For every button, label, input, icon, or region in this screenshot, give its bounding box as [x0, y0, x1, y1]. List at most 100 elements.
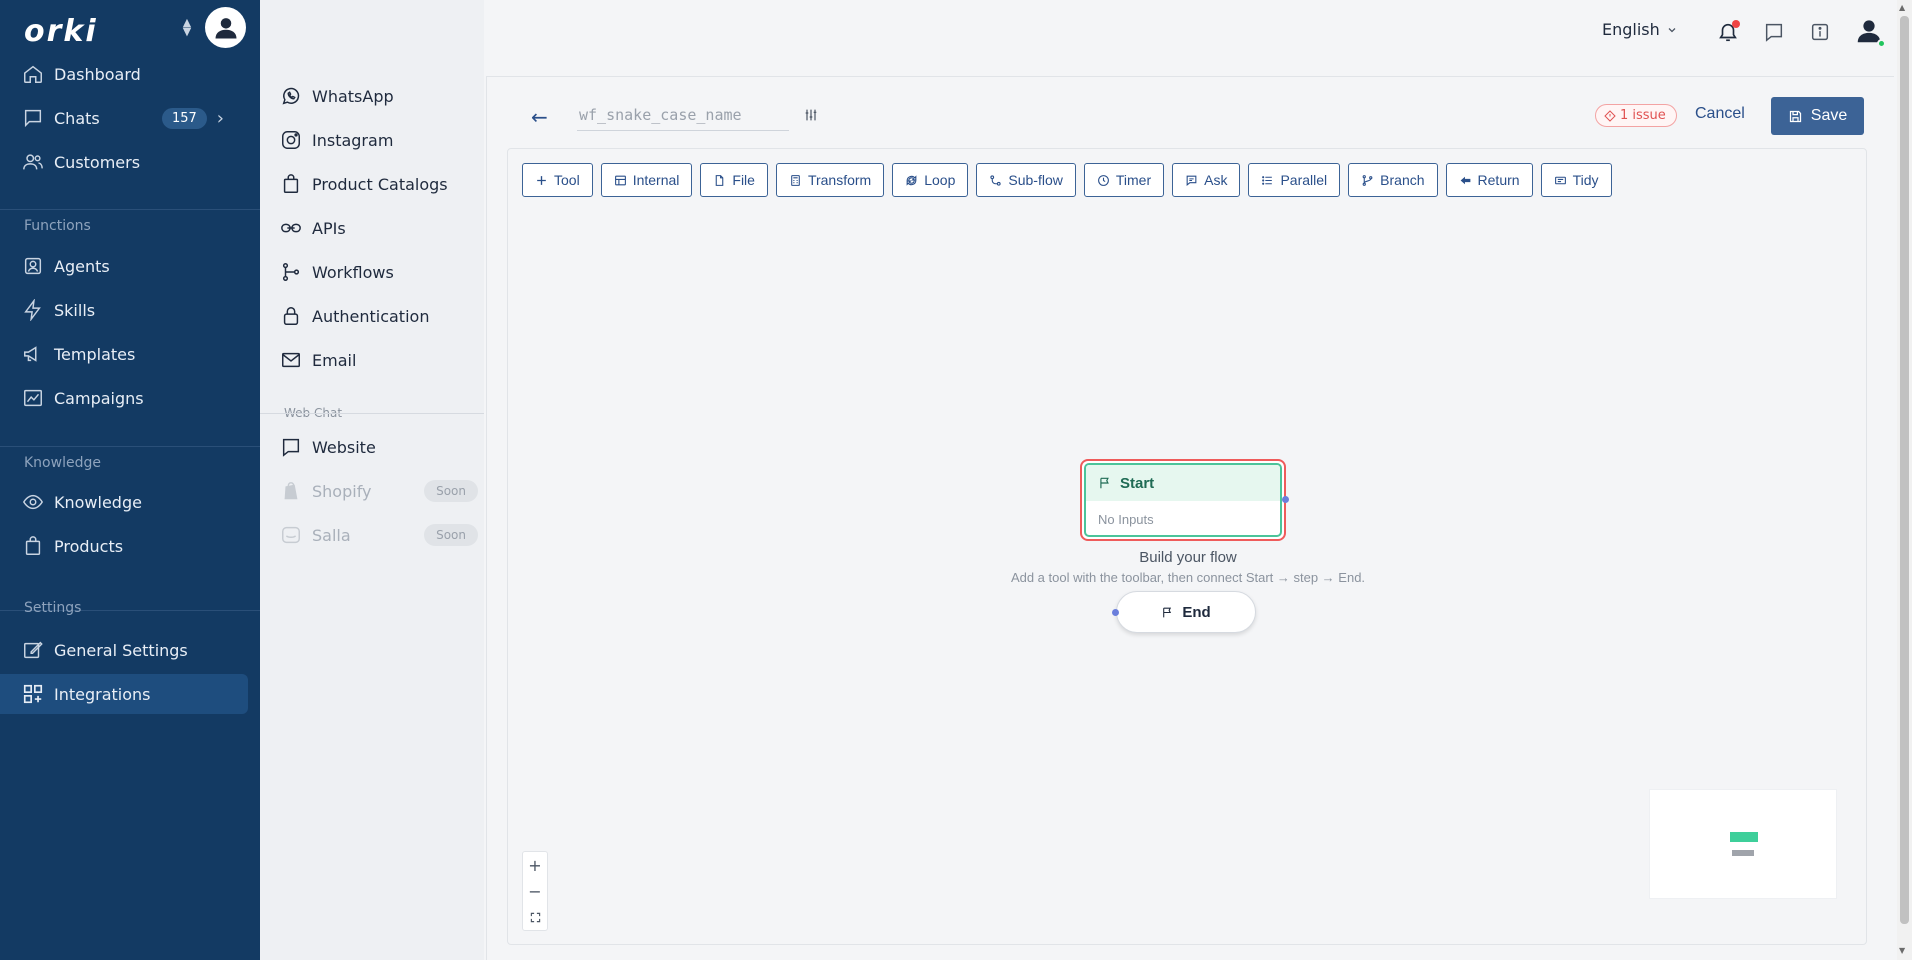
sidebar-item-general-settings[interactable]: General Settings — [0, 630, 248, 670]
sidebar-item-label: Chats — [54, 108, 100, 128]
whatsapp-icon — [282, 87, 300, 105]
sidebar-item-knowledge[interactable]: Knowledge — [0, 482, 248, 522]
bag-icon — [25, 536, 41, 555]
info-button[interactable] — [1806, 18, 1834, 46]
save-label: Save — [1810, 107, 1848, 124]
end-node-title: End — [1182, 603, 1211, 621]
sidebar-item-agents[interactable]: Agents — [0, 246, 248, 286]
chevron-down-icon — [1668, 27, 1676, 32]
flow-canvas[interactable]: Tool Internal File Transform Loop Sub-fl… — [507, 148, 1867, 945]
section-functions: Functions — [24, 218, 91, 234]
cancel-button[interactable]: Cancel — [1695, 105, 1745, 123]
start-output-handle[interactable] — [1282, 496, 1289, 503]
subflow-button[interactable]: Sub-flow — [976, 163, 1076, 197]
empty-state-subtitle: Add a tool with the toolbar, then connec… — [1010, 570, 1366, 585]
tool-label: Branch — [1380, 172, 1425, 188]
tidy-button[interactable]: Tidy — [1540, 163, 1612, 197]
shopify-icon — [284, 482, 298, 500]
page-scrollbar[interactable]: ▲ ▼ — [1897, 0, 1912, 960]
subnav-item-authentication[interactable]: Authentication — [280, 296, 480, 336]
plus-icon — [537, 175, 546, 185]
divider — [0, 209, 260, 210]
messages-button[interactable] — [1760, 18, 1788, 46]
subnav-item-email[interactable]: Email — [280, 340, 480, 380]
soon-badge: Soon — [424, 524, 478, 546]
instagram-icon — [282, 131, 300, 149]
workspace-switcher-icon[interactable]: ▲ ▼ — [180, 17, 194, 38]
sidebar-item-label: Agents — [54, 256, 110, 276]
scroll-thumb[interactable] — [1900, 16, 1909, 924]
workspace-avatar[interactable] — [205, 7, 246, 48]
sidebar-item-dashboard[interactable]: Dashboard — [0, 54, 248, 94]
notifications-button[interactable] — [1714, 18, 1742, 46]
workflow-name-input[interactable] — [577, 99, 789, 131]
scroll-up-arrow[interactable]: ▲ — [1899, 3, 1905, 12]
subnav-item-whatsapp[interactable]: WhatsApp — [280, 76, 480, 116]
end-input-handle[interactable] — [1112, 609, 1119, 616]
orki-logo[interactable]: orki — [24, 14, 98, 49]
issues-label: 1 issue — [1620, 108, 1666, 123]
sidebar-item-label: General Settings — [54, 640, 188, 660]
chevron-right-icon[interactable]: › — [217, 108, 224, 129]
flag-icon — [1100, 477, 1109, 489]
chart-icon — [24, 389, 42, 407]
chats-count-badge: 157 — [161, 107, 207, 129]
top-bar: English — [484, 0, 1896, 64]
node-toolbar: Tool Internal File Transform Loop Sub-fl… — [522, 163, 1612, 197]
subnav-label: Website — [312, 437, 376, 457]
save-button[interactable]: Save — [1771, 97, 1864, 135]
zoom-controls: + − — [522, 851, 548, 931]
issues-badge[interactable]: 1 issue — [1595, 104, 1677, 127]
tool-button[interactable]: Tool — [522, 163, 593, 197]
divider — [0, 446, 260, 447]
ask-button[interactable]: Ask — [1172, 163, 1241, 197]
fit-view-button[interactable] — [523, 904, 547, 930]
subnav-item-instagram[interactable]: Instagram — [280, 120, 480, 160]
clock-icon — [1097, 174, 1109, 186]
internal-icon — [614, 175, 626, 185]
zoom-out-button[interactable]: − — [523, 878, 547, 904]
user-avatar[interactable] — [1852, 14, 1886, 48]
return-button[interactable]: Return — [1445, 163, 1533, 197]
calculator-icon — [791, 174, 800, 186]
subnav-item-workflows[interactable]: Workflows — [280, 252, 480, 292]
chat-icon — [24, 109, 42, 128]
back-arrow-icon[interactable]: ← — [531, 105, 548, 129]
start-node-header: Start — [1086, 465, 1280, 501]
users-icon — [23, 154, 43, 170]
notification-dot — [1732, 20, 1740, 28]
subnav-item-website[interactable]: Website — [280, 427, 480, 467]
warning-diamond-icon — [1604, 109, 1616, 122]
subnav-item-product-catalogs[interactable]: Product Catalogs — [280, 164, 480, 204]
scroll-down-arrow[interactable]: ▼ — [1899, 946, 1905, 955]
zoom-in-button[interactable]: + — [523, 852, 547, 878]
settings-sliders-icon[interactable] — [803, 107, 819, 127]
branch-button[interactable]: Branch — [1348, 163, 1438, 197]
start-node-inputs: No Inputs — [1098, 511, 1154, 527]
sidebar-item-products[interactable]: Products — [0, 526, 248, 566]
sidebar-item-templates[interactable]: Templates — [0, 334, 248, 374]
minimap[interactable] — [1649, 789, 1837, 899]
tool-label: Sub-flow — [1008, 172, 1063, 188]
sidebar-item-chats[interactable]: Chats 157 › — [0, 98, 248, 138]
language-selector[interactable]: English — [1602, 20, 1678, 39]
section-settings: Settings — [24, 600, 82, 616]
loop-button[interactable]: Loop — [892, 163, 969, 197]
timer-button[interactable]: Timer — [1083, 163, 1165, 197]
sidebar-item-campaigns[interactable]: Campaigns — [0, 378, 248, 418]
parallel-button[interactable]: Parallel — [1248, 163, 1341, 197]
transform-button[interactable]: Transform — [775, 163, 885, 197]
subnav-label: Email — [312, 350, 357, 370]
end-node[interactable]: End — [1116, 591, 1256, 633]
internal-button[interactable]: Internal — [600, 163, 693, 197]
tool-label: Tool — [554, 172, 580, 188]
sidebar-item-skills[interactable]: Skills — [0, 290, 248, 330]
file-button[interactable]: File — [700, 163, 768, 197]
sidebar-item-customers[interactable]: Customers — [0, 142, 248, 182]
workflow-icon — [282, 263, 300, 281]
subnav-item-apis[interactable]: APIs — [280, 208, 480, 248]
sidebar-item-integrations[interactable]: Integrations — [0, 674, 248, 714]
subnav-label: Workflows — [312, 262, 394, 282]
subnav-label: Product Catalogs — [312, 174, 448, 194]
start-node[interactable]: Start No Inputs — [1080, 459, 1286, 541]
